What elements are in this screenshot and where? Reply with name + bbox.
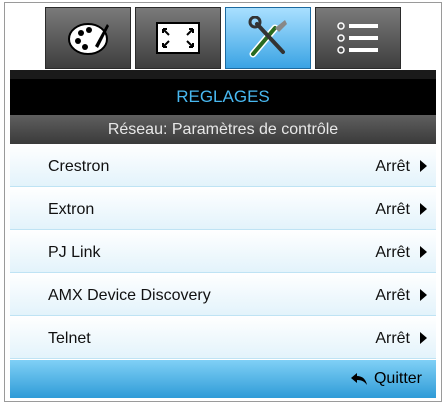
chevron-right-icon[interactable]: [420, 203, 427, 215]
section-title: Réseau: Paramètres de contrôle: [10, 115, 436, 144]
page-title: REGLAGES: [10, 79, 436, 115]
list-item-amx-device-discovery[interactable]: AMX Device Discovery Arrêt: [10, 273, 436, 316]
item-label: Extron: [48, 201, 95, 218]
item-label: Crestron: [48, 158, 110, 175]
list-item-telnet[interactable]: Telnet Arrêt: [10, 316, 436, 359]
chevron-right-icon[interactable]: [420, 160, 427, 172]
tab-bar: [45, 7, 405, 70]
item-value: Arrêt: [375, 158, 410, 175]
tools-icon: [248, 16, 287, 58]
tab-options[interactable]: [315, 7, 401, 69]
tab-image[interactable]: [45, 7, 131, 69]
footer-bar: Quitter: [10, 360, 436, 398]
chevron-right-icon[interactable]: [420, 332, 427, 344]
item-label: PJ Link: [48, 244, 101, 261]
tab-setup[interactable]: [225, 7, 311, 69]
menu-top-bar: [10, 70, 436, 79]
list-item-crestron[interactable]: Crestron Arrêt: [10, 144, 436, 187]
return-arrow-icon: [350, 373, 367, 385]
quit-label: Quitter: [373, 370, 422, 387]
item-value: Arrêt: [375, 330, 410, 347]
quit-button[interactable]: Quitter: [350, 370, 422, 388]
palette-icon: [68, 23, 109, 55]
tab-display[interactable]: [135, 7, 221, 69]
item-value: Arrêt: [375, 287, 410, 304]
list-item-pj-link[interactable]: PJ Link Arrêt: [10, 230, 436, 273]
settings-list: Crestron Arrêt Extron Arrêt PJ Link Arrê…: [10, 144, 436, 359]
chevron-right-icon[interactable]: [420, 246, 427, 258]
item-value: Arrêt: [375, 244, 410, 261]
menu-list-icon: [337, 22, 378, 54]
list-item-extron[interactable]: Extron Arrêt: [10, 187, 436, 230]
item-label: Telnet: [48, 330, 91, 347]
screen-resize-icon: [156, 22, 200, 54]
chevron-right-icon[interactable]: [420, 289, 427, 301]
item-label: AMX Device Discovery: [48, 287, 211, 304]
item-value: Arrêt: [375, 201, 410, 218]
